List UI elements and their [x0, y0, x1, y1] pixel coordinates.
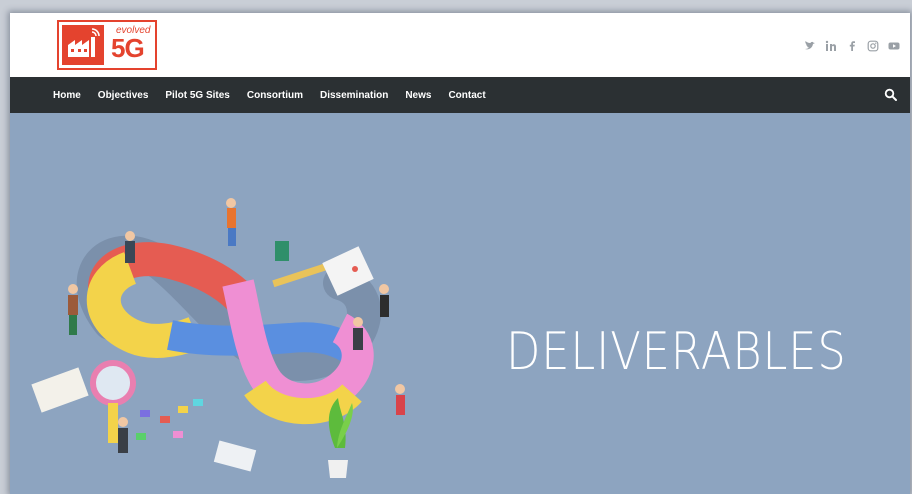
page-title: DELIVERABLES — [506, 321, 847, 382]
nav-item-home[interactable]: Home — [53, 90, 81, 101]
instagram-icon[interactable] — [867, 39, 879, 52]
teamwork-infinity-illustration — [31, 198, 405, 478]
browser-page: evolved 5G Home Objectives Pilot 5G Site… — [10, 13, 910, 494]
nav-item-pilot-5g-sites[interactable]: Pilot 5G Sites — [165, 90, 229, 101]
nav-item-news[interactable]: News — [405, 90, 431, 101]
nav-menu: Home Objectives Pilot 5G Sites Consortiu… — [53, 77, 486, 113]
pen-holder-icon — [275, 241, 289, 261]
nav-item-consortium[interactable]: Consortium — [247, 90, 303, 101]
nav-item-contact[interactable]: Contact — [448, 90, 485, 101]
site-logo[interactable]: evolved 5G — [57, 20, 157, 70]
facebook-icon[interactable] — [846, 39, 858, 51]
search-icon[interactable] — [884, 88, 898, 102]
social-links — [804, 37, 900, 53]
site-header: evolved 5G — [10, 13, 910, 77]
twitter-icon[interactable] — [804, 39, 816, 51]
magnifier-icon — [90, 360, 136, 406]
main-navigation: Home Objectives Pilot 5G Sites Consortiu… — [10, 77, 910, 113]
logo-5g-mark: 5G — [111, 33, 145, 63]
clipboard-icon — [31, 367, 89, 413]
nav-item-dissemination[interactable]: Dissemination — [320, 90, 388, 101]
linkedin-icon[interactable] — [825, 39, 837, 51]
factory-icon — [62, 25, 104, 65]
youtube-icon[interactable] — [888, 39, 900, 51]
calculator-icon — [213, 440, 257, 472]
nav-item-objectives[interactable]: Objectives — [98, 90, 149, 101]
hero-banner: DELIVERABLES — [10, 113, 910, 494]
